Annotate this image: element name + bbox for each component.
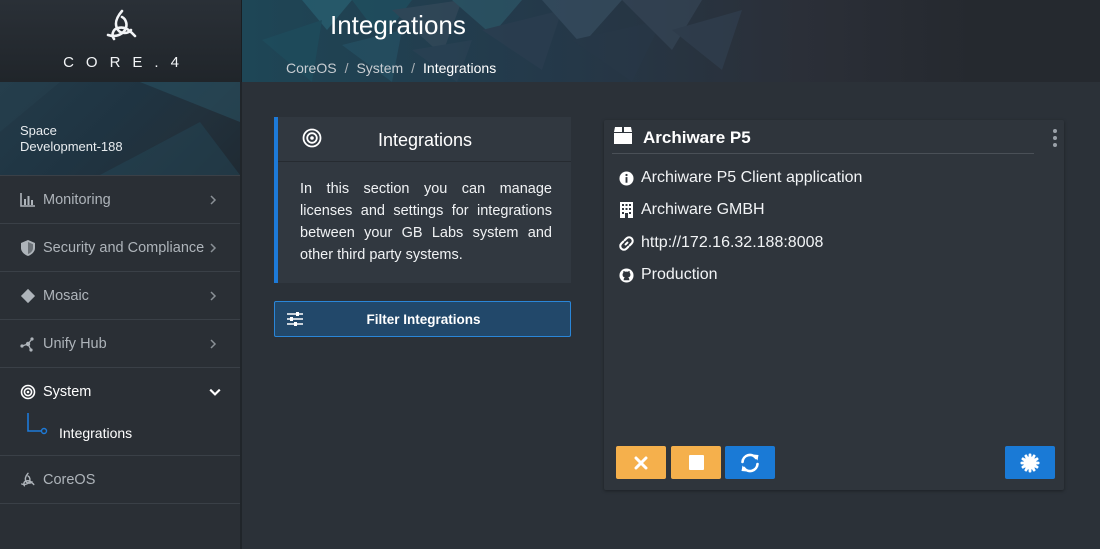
sidebar-item-label: Unify Hub bbox=[43, 335, 107, 352]
brand-logo[interactable]: CORE.4 bbox=[0, 0, 242, 82]
breadcrumb-separator: / bbox=[344, 60, 349, 76]
stop-icon bbox=[688, 455, 704, 470]
integration-url-row: http://172.16.32.188:8008 bbox=[618, 232, 823, 254]
top-header: CORE.4 Integrations CoreOS / System / Integr… bbox=[0, 0, 1100, 82]
building-icon bbox=[618, 202, 634, 218]
target-icon bbox=[19, 383, 37, 401]
info-panel-title: Integrations bbox=[378, 130, 473, 150]
breadcrumb-system[interactable]: System bbox=[356, 60, 403, 76]
sidebar-item-coreos[interactable]: CoreOS bbox=[0, 455, 240, 503]
breadcrumb-coreos[interactable]: CoreOS bbox=[286, 60, 337, 76]
sidebar-item-label: Monitoring bbox=[43, 191, 111, 208]
chevron-right-icon bbox=[210, 338, 217, 349]
integration-card-header: Archiware P5 bbox=[612, 126, 1034, 154]
space-selector[interactable]: Space Development-188 bbox=[0, 82, 240, 175]
integration-description: Archiware P5 Client application bbox=[641, 169, 863, 186]
diamond-icon bbox=[19, 287, 37, 305]
integration-card-title: Archiware P5 bbox=[643, 128, 751, 147]
filter-integrations-label: Filter Integrations bbox=[366, 312, 481, 327]
integration-url[interactable]: http://172.16.32.188:8008 bbox=[641, 234, 823, 252]
sidebar-item-system[interactable]: System bbox=[0, 367, 240, 415]
sidebar-subitem-label: Integrations bbox=[59, 425, 133, 441]
sidebar-item-mosaic[interactable]: Mosaic bbox=[0, 271, 240, 319]
gear-icon bbox=[1020, 453, 1040, 472]
shield-icon bbox=[19, 239, 37, 257]
sidebar-item-label: System bbox=[43, 383, 92, 400]
sidebar-item-unify-hub[interactable]: Unify Hub bbox=[0, 319, 240, 367]
core-logo-icon bbox=[19, 471, 37, 489]
sidebar-subitem-integrations[interactable]: Integrations bbox=[0, 413, 240, 455]
settings-button[interactable] bbox=[1005, 446, 1055, 479]
chevron-right-icon bbox=[210, 290, 217, 301]
chevron-down-icon bbox=[209, 388, 221, 396]
sidebar-item-label: Mosaic bbox=[43, 287, 89, 304]
info-panel-header: Integrations bbox=[278, 117, 571, 162]
sidebar-item-label: Security and Compliance bbox=[43, 239, 205, 256]
breadcrumb-integrations: Integrations bbox=[423, 60, 497, 76]
chevron-right-icon bbox=[210, 242, 217, 253]
brand-name: CORE.4 bbox=[63, 54, 191, 71]
integrations-info-panel: Integrations In this section you can man… bbox=[274, 117, 571, 283]
link-icon bbox=[618, 235, 634, 251]
integration-description-row: Archiware P5 Client application bbox=[618, 167, 862, 189]
hub-nodes-icon bbox=[19, 335, 37, 353]
sidebar-item-security[interactable]: Security and Compliance bbox=[0, 223, 240, 271]
bar-chart-icon bbox=[19, 191, 37, 209]
sync-icon bbox=[741, 453, 759, 472]
tree-connector-icon bbox=[27, 413, 48, 435]
chevron-right-icon bbox=[210, 194, 217, 205]
refresh-button[interactable] bbox=[725, 446, 775, 479]
info-panel-description: In this section you can manage licenses … bbox=[300, 181, 552, 263]
github-icon bbox=[618, 267, 634, 283]
integration-company: Archiware GMBH bbox=[641, 201, 765, 218]
target-icon bbox=[302, 128, 322, 148]
remove-button[interactable] bbox=[616, 446, 666, 479]
stop-button[interactable] bbox=[671, 446, 721, 479]
package-box-icon bbox=[614, 127, 632, 144]
space-name: Development-188 bbox=[20, 139, 123, 154]
integration-company-row: Archiware GMBH bbox=[618, 199, 765, 221]
sidebar: Space Development-188 Monitoring Securit… bbox=[0, 82, 242, 549]
breadcrumb: CoreOS / System / Integrations bbox=[286, 60, 496, 76]
breadcrumb-separator: / bbox=[411, 60, 416, 76]
integration-environment-row: Production bbox=[618, 264, 718, 286]
integration-environment: Production bbox=[641, 266, 718, 283]
info-icon bbox=[618, 170, 634, 186]
space-label: Space bbox=[20, 123, 57, 138]
sidebar-item-monitoring[interactable]: Monitoring bbox=[0, 175, 240, 223]
sidebar-divider bbox=[0, 503, 240, 504]
filter-integrations-button[interactable]: Filter Integrations bbox=[274, 301, 571, 337]
more-options-icon[interactable] bbox=[1050, 129, 1060, 149]
close-icon bbox=[634, 456, 648, 469]
core-logo-icon bbox=[106, 9, 137, 41]
page-title: Integrations bbox=[330, 10, 466, 40]
sidebar-item-label: CoreOS bbox=[43, 471, 96, 488]
integration-card: Archiware P5 Archiware P5 Client applica… bbox=[604, 120, 1064, 490]
